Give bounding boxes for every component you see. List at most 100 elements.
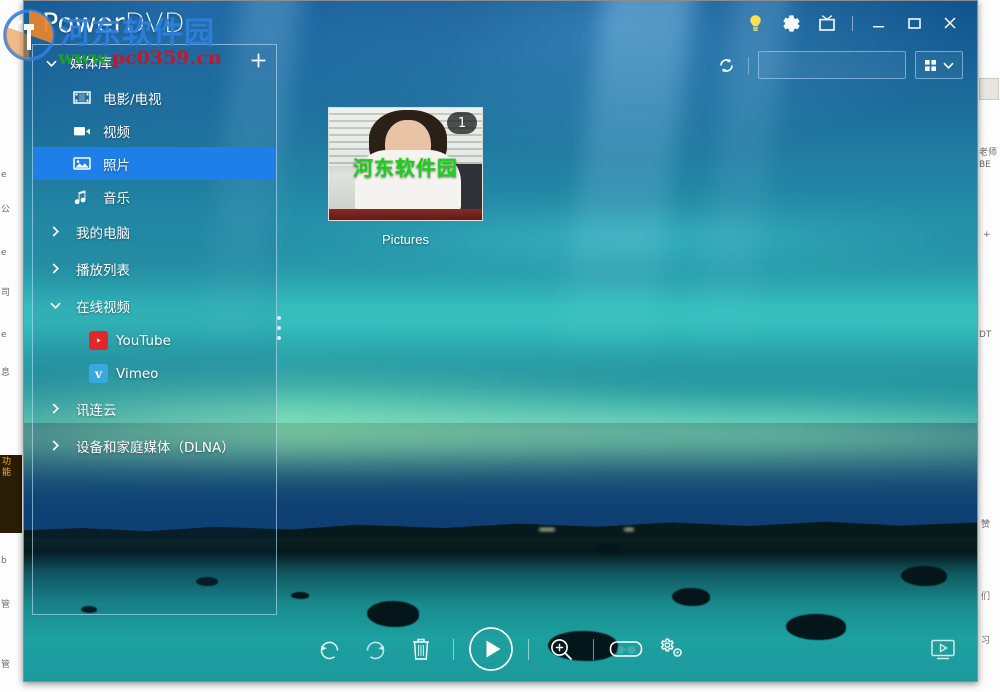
shore-light xyxy=(539,528,555,531)
sidebar-resize-handle[interactable] xyxy=(274,313,284,343)
rotate-left-icon[interactable] xyxy=(307,627,351,671)
delete-icon[interactable] xyxy=(399,627,443,671)
lightbulb-icon[interactable] xyxy=(738,8,772,38)
bg-ad-block: 功能 xyxy=(0,455,22,533)
gear-icon[interactable] xyxy=(774,8,808,38)
bg-snippet: 息 xyxy=(1,368,10,378)
bg-image-block xyxy=(979,78,999,100)
app-title-light: DVD xyxy=(125,8,185,39)
sidebar-section-label: 媒体库 xyxy=(70,53,112,73)
chevron-right-icon xyxy=(49,402,62,415)
sidebar-group-label: 播放列表 xyxy=(76,259,130,279)
bg-snippet: 老师 xyxy=(979,148,997,158)
rock xyxy=(901,566,947,586)
bg-snippet: 习 xyxy=(981,636,990,646)
bg-snippet: e xyxy=(1,330,7,340)
bg-snippet: BE xyxy=(979,160,991,170)
youtube-icon xyxy=(89,331,108,350)
bg-snippet: 司 xyxy=(1,288,10,298)
close-button[interactable] xyxy=(933,8,967,38)
powerdvd-window: PowerDVD xyxy=(23,0,978,682)
sidebar-item-video[interactable]: 视频 xyxy=(33,114,276,147)
sidebar-item-movies-tv[interactable]: 电影/电视 xyxy=(33,81,276,114)
bg-snippet: 管 xyxy=(1,600,10,610)
sidebar-item-label: 音乐 xyxy=(103,187,130,207)
control-divider xyxy=(453,639,454,660)
vimeo-icon: v xyxy=(89,364,108,383)
sidebar-item-label: Vimeo xyxy=(116,366,158,382)
sidebar-item-label: 电影/电视 xyxy=(103,88,162,108)
sidebar-item-vimeo[interactable]: v Vimeo xyxy=(33,357,276,390)
titlebar-divider xyxy=(852,16,853,31)
bg-snippet: b xyxy=(1,556,7,566)
sidebar-item-label: YouTube xyxy=(116,333,171,349)
thumbnail-count-badge: 1 xyxy=(447,112,477,134)
video-camera-icon xyxy=(73,124,95,138)
rotate-right-icon[interactable] xyxy=(353,627,397,671)
bg-snippet: 管 xyxy=(1,660,10,670)
chevron-right-icon xyxy=(49,439,62,452)
sidebar-group-label: 讯连云 xyxy=(76,399,117,419)
bg-snippet: 赞 xyxy=(981,520,990,530)
toolbar-divider xyxy=(748,57,749,74)
sidebar-item-label: 照片 xyxy=(103,154,130,174)
app-title-bold: Power xyxy=(42,8,125,39)
minimize-button[interactable] xyxy=(861,8,895,38)
cast-to-device-icon[interactable] xyxy=(923,631,963,669)
play-button[interactable] xyxy=(464,622,518,676)
sidebar: 媒体库 电影/电视 视频 照片 音 xyxy=(32,44,277,615)
sidebar-item-label: 视频 xyxy=(103,121,130,141)
handle-dot xyxy=(277,336,281,340)
sidebar-item-music[interactable]: 音乐 xyxy=(33,180,276,213)
bg-snippet: e xyxy=(1,248,7,258)
music-note-icon xyxy=(73,189,95,205)
vr-goggles-icon[interactable] xyxy=(604,627,648,671)
sidebar-item-photos[interactable]: 照片 xyxy=(33,147,276,180)
search-toolbar xyxy=(713,51,963,79)
grid-icon xyxy=(923,58,938,73)
sidebar-group-online-video[interactable]: 在线视频 xyxy=(33,287,276,324)
sidebar-item-youtube[interactable]: YouTube xyxy=(33,324,276,357)
bg-snippet: DT xyxy=(979,330,991,340)
handle-dot xyxy=(277,316,281,320)
chevron-right-icon xyxy=(49,225,62,238)
refresh-icon[interactable] xyxy=(713,52,739,78)
chevron-right-icon xyxy=(49,262,62,275)
sidebar-group-cyberlink-cloud[interactable]: 讯连云 xyxy=(33,390,276,427)
window-controls xyxy=(738,8,977,38)
view-mode-button[interactable] xyxy=(915,51,963,79)
app-title: PowerDVD xyxy=(42,8,185,39)
photo-icon xyxy=(73,156,95,171)
sidebar-group-label: 设备和家庭媒体（DLNA） xyxy=(76,436,235,456)
control-divider xyxy=(528,639,529,660)
thumbnail-watermark: 河东软件园 xyxy=(329,152,482,181)
chevron-down-icon xyxy=(49,299,62,312)
settings-gear-icon[interactable] xyxy=(650,627,694,671)
chevron-down-icon xyxy=(942,59,955,72)
film-icon xyxy=(73,90,95,105)
zoom-in-icon[interactable] xyxy=(539,627,583,671)
sidebar-group-label: 在线视频 xyxy=(76,296,130,316)
photo-folder-tile[interactable]: 河东软件园 1 Pictures xyxy=(328,107,483,247)
title-bar: PowerDVD xyxy=(24,1,977,45)
bg-snippet: + xyxy=(983,230,991,240)
control-divider xyxy=(593,639,594,660)
sidebar-group-dlna[interactable]: 设备和家庭媒体（DLNA） xyxy=(33,427,276,464)
thumbnail-label: Pictures xyxy=(328,232,483,247)
search-box[interactable] xyxy=(758,51,906,79)
bg-snippet: 公 xyxy=(1,205,10,215)
rock xyxy=(596,544,622,552)
tv-icon[interactable] xyxy=(810,8,844,38)
sidebar-group-my-computer[interactable]: 我的电脑 xyxy=(33,213,276,250)
bg-snippet: 们 xyxy=(981,592,990,602)
rock xyxy=(672,588,710,606)
thumbnail-image[interactable]: 河东软件园 1 xyxy=(328,107,483,221)
photo-desk xyxy=(329,209,482,220)
handle-dot xyxy=(277,326,281,330)
sidebar-section-library[interactable]: 媒体库 xyxy=(33,45,276,81)
search-input[interactable] xyxy=(772,58,927,72)
sidebar-group-playlists[interactable]: 播放列表 xyxy=(33,250,276,287)
add-library-button[interactable] xyxy=(249,51,268,75)
maximize-button[interactable] xyxy=(897,8,931,38)
playback-controls xyxy=(24,617,977,681)
